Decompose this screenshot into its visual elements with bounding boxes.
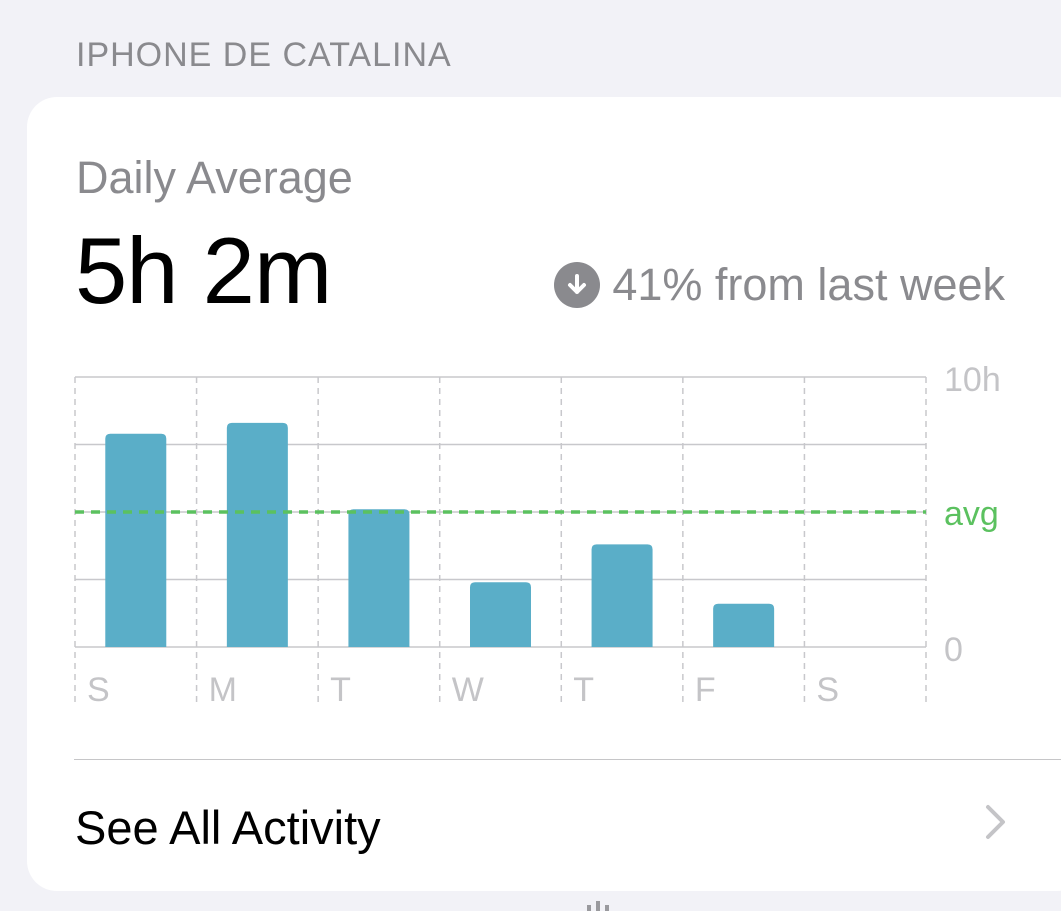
y-tick-label-zero: 0 bbox=[944, 631, 963, 669]
x-tick-label: S bbox=[816, 671, 839, 709]
bar-3 bbox=[470, 582, 531, 647]
bar-1 bbox=[226, 422, 288, 647]
x-tick-label: W bbox=[452, 671, 484, 709]
section-header: IPHONE DE CATALINA bbox=[76, 36, 452, 74]
daily-usage-chart: 10h avg 0 S M T W T F S bbox=[74, 361, 1001, 709]
chevron-right-icon bbox=[985, 804, 1007, 845]
x-tick-label: F bbox=[695, 671, 716, 709]
y-tick-label-max: 10h bbox=[944, 361, 1001, 399]
x-tick-label: T bbox=[330, 671, 351, 709]
see-all-activity-label: See All Activity bbox=[75, 801, 381, 854]
bar-2 bbox=[348, 509, 410, 647]
screen-time-card: Daily Average 5h 2m 41% from last week 1… bbox=[27, 97, 1061, 891]
scroll-indicator bbox=[587, 901, 609, 911]
bar-5 bbox=[713, 603, 775, 647]
see-all-activity-row[interactable]: See All Activity bbox=[27, 760, 1061, 891]
x-tick-label: S bbox=[87, 671, 110, 709]
x-tick-label: M bbox=[209, 671, 237, 709]
y-tick-label-avg: avg bbox=[944, 495, 999, 533]
bar-0 bbox=[105, 433, 167, 647]
x-tick-label: T bbox=[573, 671, 594, 709]
bar-4 bbox=[591, 544, 653, 647]
